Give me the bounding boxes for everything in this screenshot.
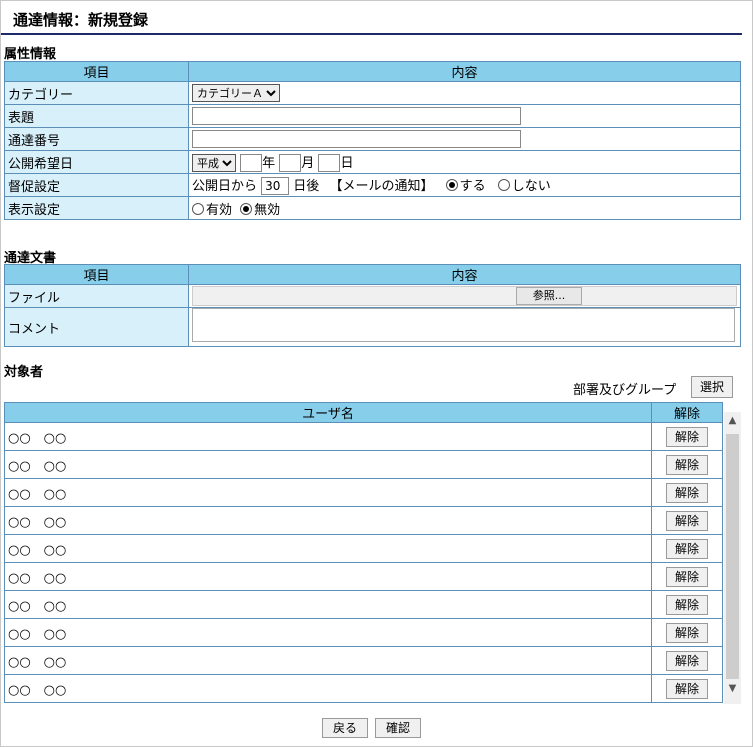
day-input[interactable] — [318, 153, 341, 172]
targets-heading: 対象者 — [4, 365, 44, 380]
comment-label: コメント — [4, 307, 189, 347]
user-name: ○○ ○○ — [4, 562, 652, 591]
col-content: 内容 — [188, 61, 741, 82]
remove-button[interactable]: 解除 — [665, 426, 708, 447]
user-name: ○○ ○○ — [4, 674, 652, 703]
remove-button[interactable]: 解除 — [665, 678, 708, 699]
display-invalid-radio[interactable]: 無効 — [240, 202, 280, 218]
radio-checked-icon — [240, 202, 253, 215]
notify-yes-radio[interactable]: する — [445, 179, 486, 194]
comment-textarea[interactable] — [192, 308, 735, 342]
col-user: ユーザ名 — [4, 402, 652, 423]
remove-button[interactable]: 解除 — [665, 538, 708, 559]
page-title: 通達情報：新規登録 — [13, 11, 149, 29]
table-row: ○○ ○○ 解除 — [4, 422, 723, 451]
file-label: ファイル — [4, 284, 189, 308]
scrollbar[interactable]: ▲ ▼ — [724, 412, 741, 704]
number-input[interactable] — [192, 130, 521, 148]
display-label: 表示設定 — [4, 196, 189, 220]
col-item: 項目 — [4, 264, 189, 285]
day-unit: 日 — [340, 155, 354, 171]
reminder-days-input[interactable] — [261, 177, 290, 195]
table-row: ○○ ○○ 解除 — [4, 506, 723, 535]
reminder-suffix: 日後 — [293, 179, 320, 194]
remove-button[interactable]: 解除 — [665, 650, 708, 671]
table-row: ○○ ○○ 解除 — [4, 450, 723, 479]
table-row: ○○ ○○ 解除 — [4, 478, 723, 507]
group-label: 部署及びグループ — [573, 383, 677, 398]
col-remove: 解除 — [651, 402, 723, 423]
month-unit: 月 — [301, 155, 315, 171]
col-item: 項目 — [4, 61, 189, 82]
user-name: ○○ ○○ — [4, 450, 652, 479]
table-row: ○○ ○○ 解除 — [4, 534, 723, 563]
reminder-prefix: 公開日から — [192, 179, 258, 194]
title-bar: 通達情報：新規登録 — [1, 1, 742, 35]
reminder-label: 督促設定 — [4, 173, 189, 197]
user-name: ○○ ○○ — [4, 478, 652, 507]
table-row: ○○ ○○ 解除 — [4, 674, 723, 703]
user-table: ユーザ名 解除 ○○ ○○ 解除 ○○ ○○ 解除 ○○ ○○ 解除 ○○ ○○ 解除 ○○ ○… — [4, 402, 723, 703]
attributes-heading: 属性情報 — [4, 47, 57, 62]
attributes-table: 項目 内容 カテゴリー カテゴリーＡ 表題 通達番号 公開希望日 平成 年 月 … — [4, 61, 741, 220]
remove-button[interactable]: 解除 — [665, 454, 708, 475]
user-name: ○○ ○○ — [4, 618, 652, 647]
back-button[interactable]: 戻る — [322, 718, 369, 738]
user-name: ○○ ○○ — [4, 506, 652, 535]
user-name: ○○ ○○ — [4, 646, 652, 675]
remove-button[interactable]: 解除 — [665, 594, 708, 615]
table-row: ○○ ○○ 解除 — [4, 646, 723, 675]
subject-input[interactable] — [192, 107, 521, 125]
browse-button[interactable]: 参照... — [516, 287, 582, 305]
radio-checked-icon — [445, 179, 458, 191]
table-row: ○○ ○○ 解除 — [4, 618, 723, 647]
document-table: 項目 内容 ファイル 参照... コメント — [4, 264, 741, 347]
remove-button[interactable]: 解除 — [665, 510, 708, 531]
col-content: 内容 — [188, 264, 741, 285]
table-row: ○○ ○○ 解除 — [4, 590, 723, 619]
user-name: ○○ ○○ — [4, 422, 652, 451]
remove-button[interactable]: 解除 — [665, 482, 708, 503]
category-label: カテゴリー — [4, 81, 189, 105]
confirm-button[interactable]: 確認 — [375, 718, 422, 738]
date-label: 公開希望日 — [4, 150, 189, 174]
scroll-thumb[interactable] — [726, 434, 739, 679]
user-name: ○○ ○○ — [4, 534, 652, 563]
display-valid-radio[interactable]: 有効 — [192, 202, 232, 218]
user-name: ○○ ○○ — [4, 590, 652, 619]
remove-button[interactable]: 解除 — [665, 622, 708, 643]
year-input[interactable] — [240, 153, 263, 172]
number-label: 通達番号 — [4, 127, 189, 151]
file-input[interactable]: 参照... — [192, 286, 737, 306]
era-select[interactable]: 平成 — [192, 154, 236, 173]
scroll-down-icon[interactable]: ▼ — [724, 680, 741, 698]
notify-no-radio[interactable]: しない — [497, 179, 551, 194]
user-list: ユーザ名 解除 ○○ ○○ 解除 ○○ ○○ 解除 ○○ ○○ 解除 ○○ ○○ 解除 ○○ ○… — [4, 402, 741, 704]
radio-unchecked-icon — [497, 179, 510, 191]
year-unit: 年 — [262, 155, 276, 171]
remove-button[interactable]: 解除 — [665, 566, 708, 587]
select-button[interactable]: 選択 — [691, 376, 734, 398]
category-select[interactable]: カテゴリーＡ — [192, 84, 280, 102]
mail-notify-label: 【メールの通知】 — [329, 179, 434, 194]
month-input[interactable] — [279, 153, 302, 172]
radio-unchecked-icon — [192, 202, 204, 215]
subject-label: 表題 — [4, 104, 189, 128]
scroll-up-icon[interactable]: ▲ — [724, 412, 741, 430]
table-row: ○○ ○○ 解除 — [4, 562, 723, 591]
